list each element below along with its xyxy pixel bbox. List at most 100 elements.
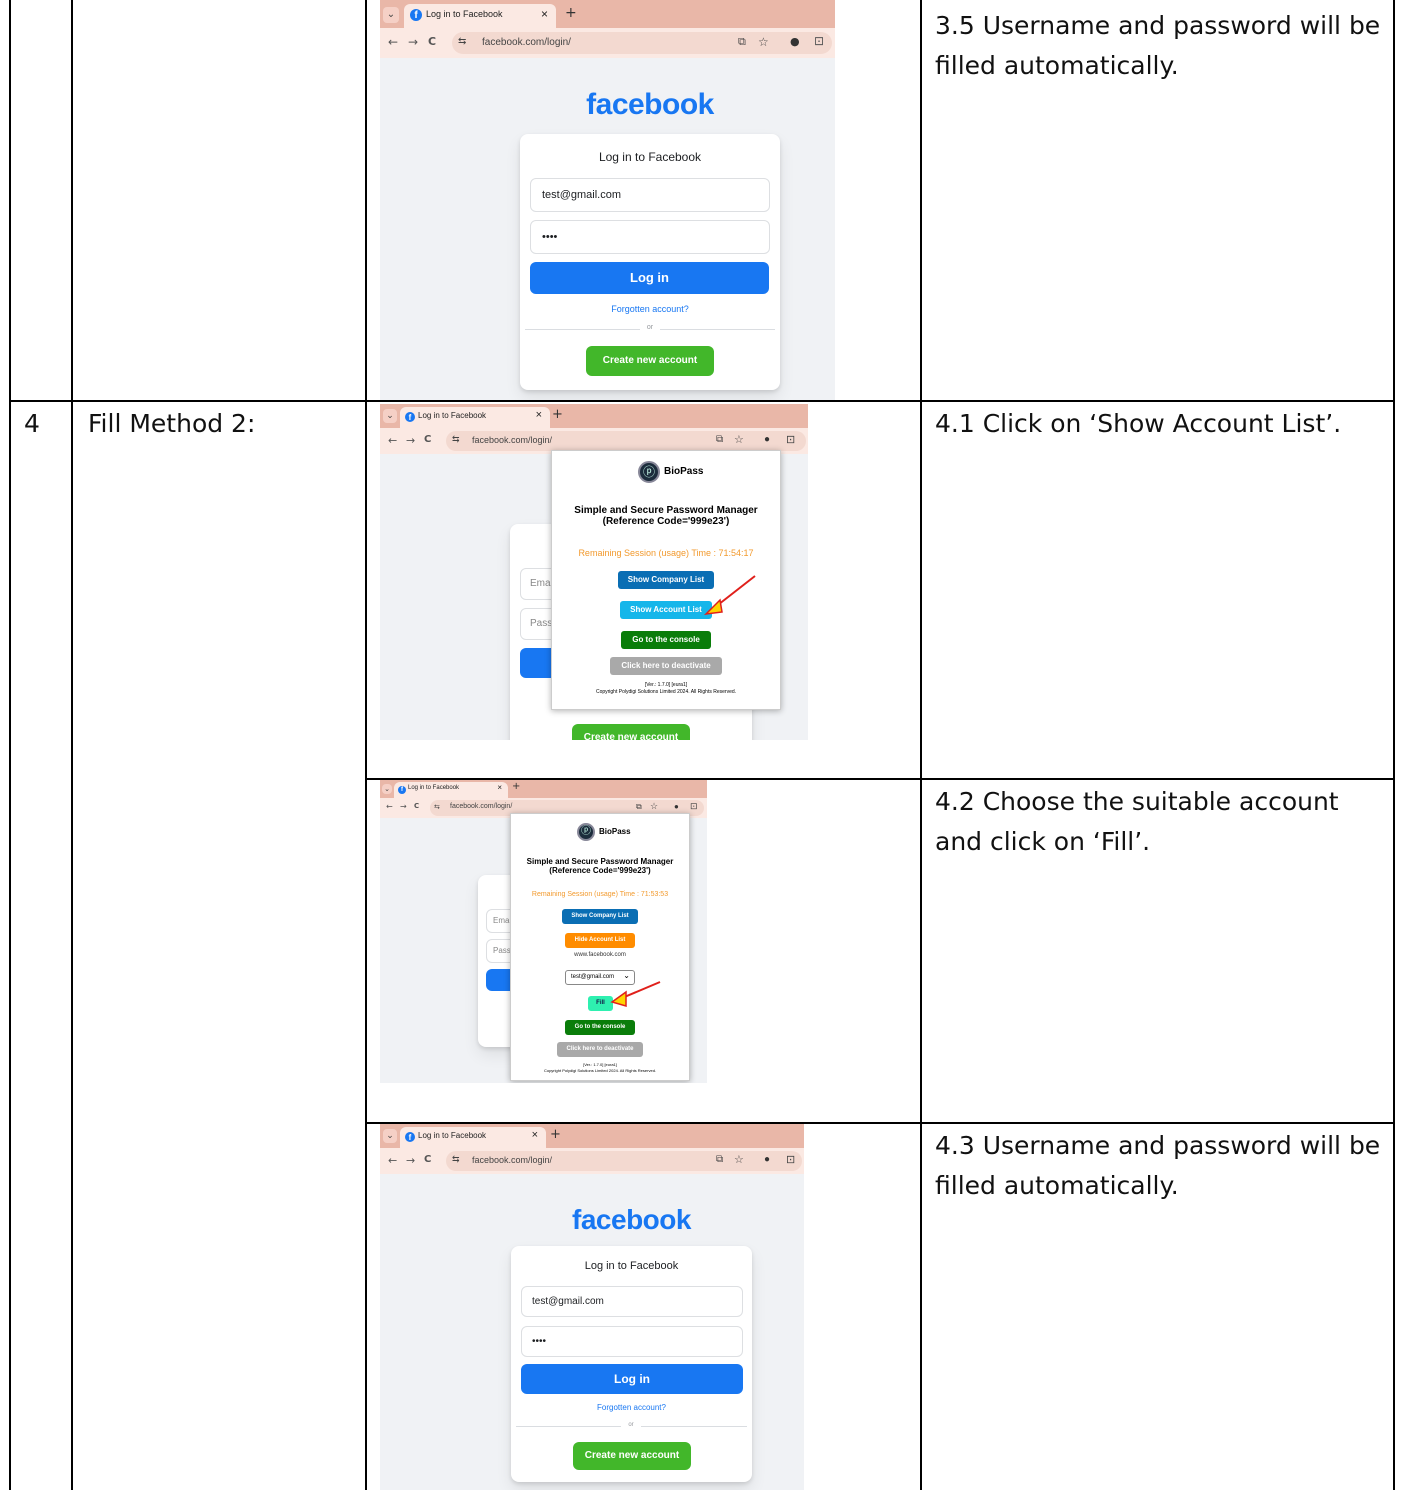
site-settings-icon[interactable]: ⇆: [452, 1154, 460, 1165]
cast-icon[interactable]: ⧉: [636, 802, 642, 812]
forgot-link[interactable]: Forgotten account?: [511, 1403, 752, 1412]
browser-tab[interactable]: f Log in to Facebook ×: [394, 782, 508, 798]
create-account-button[interactable]: Create new account: [573, 1442, 691, 1470]
puzzle-icon[interactable]: ⊡: [786, 1153, 795, 1166]
create-account-button[interactable]: Create new account: [586, 346, 714, 376]
tab-menu-icon[interactable]: ⌄: [383, 7, 399, 23]
new-tab-icon[interactable]: +: [550, 1127, 561, 1142]
cast-icon[interactable]: ⧉: [738, 36, 746, 49]
site-settings-icon[interactable]: ⇆: [434, 803, 440, 811]
hide-account-list-button[interactable]: Hide Account List: [565, 933, 635, 948]
card-title: Log in to Facebook: [584, 1260, 679, 1272]
tab-title: Log in to Facebook: [426, 9, 503, 19]
version-text: [Ver.: 1.7.0] [eura1]: [583, 1062, 617, 1067]
reload-icon[interactable]: C: [424, 1154, 431, 1165]
new-tab-icon[interactable]: +: [565, 5, 577, 21]
forgot-link[interactable]: Forgotten account?: [520, 304, 780, 314]
copyright-text: Copyright Polydigi Solutions Limited 202…: [595, 689, 737, 695]
reload-icon[interactable]: C: [428, 35, 436, 48]
email-field[interactable]: test@gmail.com: [521, 1286, 743, 1317]
grid-line: [9, 400, 1395, 402]
tab-menu-icon[interactable]: ⌄: [383, 409, 397, 423]
url-text: facebook.com/login/: [472, 1155, 553, 1165]
url-field[interactable]: ⇆ facebook.com/login/ ⧉ ☆ ● ⊡: [446, 1151, 802, 1171]
new-tab-icon[interactable]: +: [512, 781, 520, 792]
create-account-button[interactable]: Create new account: [572, 724, 690, 740]
browser-tab-bar: ⌄ f Log in to Facebook × +: [380, 780, 707, 798]
forward-icon[interactable]: →: [406, 1154, 415, 1167]
browser-tab[interactable]: f Log in to Facebook ×: [404, 4, 556, 28]
tab-menu-icon[interactable]: ⌄: [383, 1129, 397, 1143]
site-settings-icon[interactable]: ⇆: [458, 36, 466, 47]
tab-close-icon[interactable]: ×: [532, 1129, 538, 1141]
forward-icon[interactable]: →: [406, 434, 415, 447]
popup-title: Simple and Secure Password Manager: [526, 857, 674, 866]
show-account-list-button[interactable]: Show Account List: [620, 601, 712, 619]
reload-icon[interactable]: C: [414, 802, 419, 810]
step-description: 4.2 Choose the suitable account and clic…: [935, 787, 1339, 856]
cast-icon[interactable]: ⧉: [716, 434, 723, 445]
tab-close-icon[interactable]: ×: [541, 7, 548, 21]
back-icon[interactable]: ←: [388, 434, 397, 447]
go-to-console-button[interactable]: Go to the console: [565, 1020, 635, 1035]
row-number: 4: [24, 409, 40, 438]
screenshot-biopass-popup: ⌄ f Log in to Facebook × + ← → C ⇆ faceb…: [380, 404, 808, 740]
bookmark-star-icon[interactable]: ☆: [734, 1153, 744, 1166]
deactivate-button[interactable]: Click here to deactivate: [610, 657, 722, 675]
tab-title: Log in to Facebook: [418, 1131, 487, 1140]
forward-icon[interactable]: →: [400, 802, 407, 811]
bookmark-star-icon[interactable]: ☆: [650, 801, 658, 812]
forward-icon[interactable]: →: [408, 35, 418, 49]
extension-icon[interactable]: ●: [674, 802, 679, 811]
go-to-console-button[interactable]: Go to the console: [621, 631, 711, 649]
new-tab-icon[interactable]: +: [552, 407, 563, 422]
site-settings-icon[interactable]: ⇆: [452, 434, 460, 445]
pointer-arrow-icon: [610, 981, 661, 1007]
reload-icon[interactable]: C: [424, 434, 431, 445]
show-company-list-button[interactable]: Show Company List: [562, 909, 638, 924]
chevron-down-icon: ⌄: [623, 971, 630, 980]
extension-icon[interactable]: ●: [764, 434, 770, 445]
address-bar: ← → C ⇆ facebook.com/login/ ⧉ ☆ ● ⊡: [380, 28, 835, 58]
login-card: Log in to Facebook test@gmail.com •••• L…: [520, 134, 780, 390]
browser-tab[interactable]: f Log in to Facebook ×: [400, 407, 550, 428]
url-field[interactable]: ⇆ facebook.com/login/ ⧉ ☆ ● ⊡: [446, 431, 806, 451]
puzzle-icon[interactable]: ⊡: [690, 801, 698, 812]
extension-icon[interactable]: ●: [764, 1154, 770, 1165]
site-label: www.facebook.com: [574, 952, 626, 958]
back-icon[interactable]: ←: [388, 1154, 397, 1167]
grid-line: [1393, 0, 1395, 1490]
biopass-popup: ⓟ BioPass Simple and Secure Password Man…: [510, 813, 690, 1081]
biopass-logo-icon: ⓟ: [638, 461, 660, 483]
url-field[interactable]: ⇆ facebook.com/login/ ⧉ ☆: [452, 32, 832, 54]
facebook-logo: facebook: [586, 88, 714, 121]
facebook-favicon-icon: f: [405, 1132, 415, 1142]
puzzle-icon[interactable]: ⊡: [786, 433, 795, 446]
tab-menu-icon[interactable]: ⌄: [382, 784, 392, 794]
password-field[interactable]: ••••: [521, 1326, 743, 1357]
bookmark-star-icon[interactable]: ☆: [758, 35, 769, 49]
login-button[interactable]: Log in: [521, 1364, 743, 1394]
grid-line: [365, 0, 367, 1490]
extension-icon[interactable]: ●: [790, 35, 800, 48]
password-field[interactable]: ••••: [530, 220, 770, 254]
deactivate-button[interactable]: Click here to deactivate: [557, 1042, 643, 1057]
grid-line: [9, 0, 11, 1490]
tab-close-icon[interactable]: ×: [497, 783, 502, 792]
copyright-text: Copyright Polydigi Solutions Limited 202…: [543, 1068, 657, 1073]
cast-icon[interactable]: ⧉: [716, 1154, 723, 1165]
puzzle-icon[interactable]: ⊡: [814, 34, 824, 48]
address-bar: ← → C ⇆ facebook.com/login/ ⧉ ☆ ● ⊡: [380, 1148, 804, 1174]
login-button[interactable]: Log in: [530, 262, 769, 294]
or-label: or: [640, 324, 660, 331]
step-description: 4.1 Click on ‘Show Account List’.: [935, 409, 1342, 438]
email-field[interactable]: test@gmail.com: [530, 178, 770, 212]
biopass-name: BioPass: [664, 466, 704, 477]
tab-close-icon[interactable]: ×: [536, 409, 542, 421]
screenshot-facebook-login: ⌄ f Log in to Facebook × + ← → C ⇆ faceb…: [380, 0, 835, 400]
back-icon[interactable]: ←: [386, 802, 393, 811]
bookmark-star-icon[interactable]: ☆: [734, 433, 744, 446]
back-icon[interactable]: ←: [388, 35, 398, 49]
browser-tab[interactable]: f Log in to Facebook ×: [400, 1127, 546, 1148]
login-card: Log in to Facebook test@gmail.com •••• L…: [511, 1246, 752, 1482]
